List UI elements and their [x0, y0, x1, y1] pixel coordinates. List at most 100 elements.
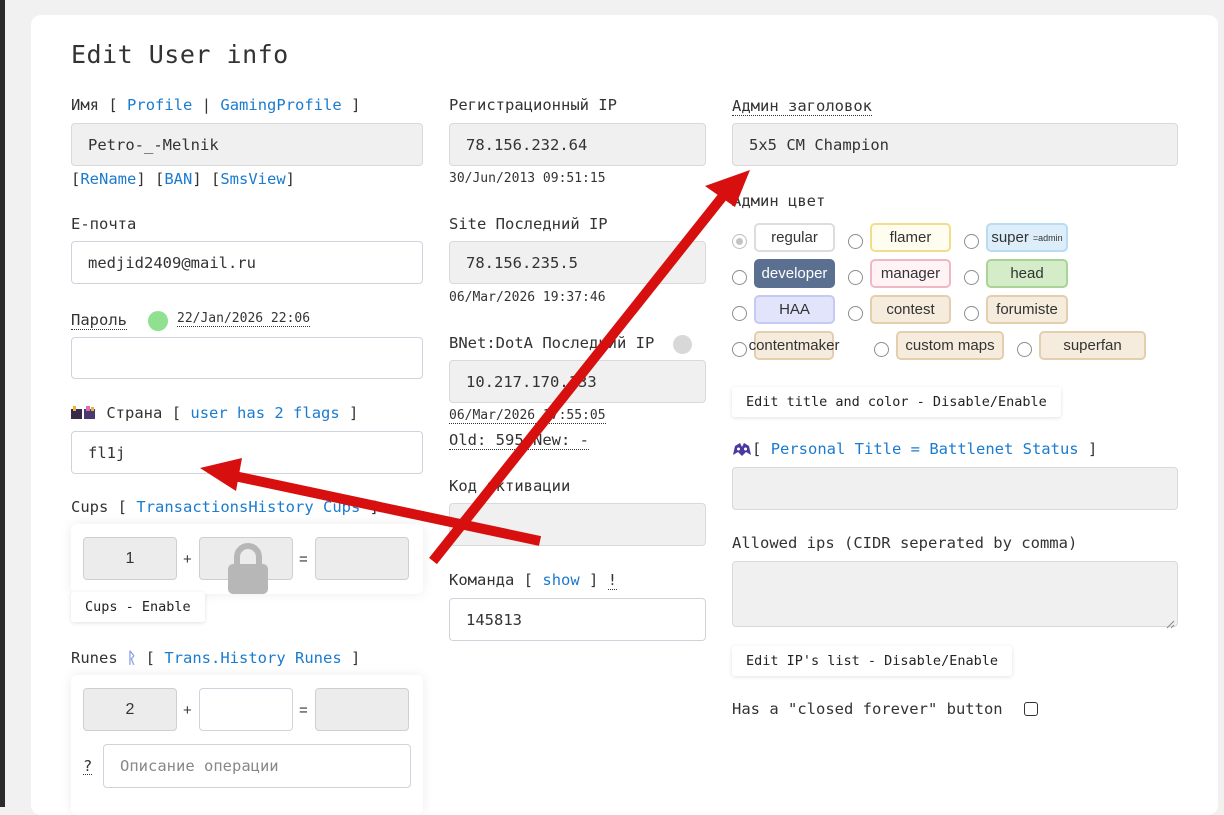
admin-color-tag-contest[interactable]: contest	[870, 295, 951, 324]
activation-field	[449, 503, 706, 546]
closed-forever-label: Has a "closed forever" button	[732, 700, 1003, 718]
admin-color-tag-regular[interactable]: regular	[754, 223, 835, 252]
admin-color-tag-label: super	[991, 229, 1029, 246]
admin-color-tag-superfan[interactable]: superfan	[1039, 331, 1146, 360]
ban-link[interactable]: BAN	[164, 170, 192, 188]
team-label: Команда	[449, 571, 515, 589]
admin-color-radio-superfan[interactable]	[1017, 342, 1032, 357]
bnet-ip-date: 06/Mar/2026 17:55:05	[449, 408, 606, 424]
smsview-link[interactable]: SmsView	[220, 170, 285, 188]
personal-title-link[interactable]: Personal Title = Battlenet Status	[771, 440, 1079, 458]
bnet-ip-label: BNet:DotA Последний IP	[449, 334, 655, 352]
admin-color-tag-label: developer	[761, 265, 828, 282]
site-ip-date: 06/Mar/2026 19:37:46	[449, 290, 606, 305]
team-label-row: Команда [ show ] !	[449, 571, 618, 590]
admin-color-radio-developer[interactable]	[732, 270, 747, 285]
allowed-ips-textarea[interactable]	[732, 561, 1178, 627]
bnet-status-dot	[673, 335, 692, 354]
admin-color-tag-label: manager	[880, 265, 941, 282]
country-field[interactable]: fl1j	[71, 431, 423, 474]
site-ip-field: 78.156.235.5	[449, 241, 706, 284]
admin-color-tag-label: head	[1010, 265, 1044, 282]
runes-label: Runes	[71, 649, 118, 667]
profile-link[interactable]: Profile	[127, 96, 192, 114]
admin-color-tag-forumiste[interactable]: forumiste	[986, 295, 1068, 324]
admin-color-tag-custom-maps[interactable]: custom maps	[896, 331, 1004, 360]
reg-ip-field: 78.156.232.64	[449, 123, 706, 166]
name-label: Имя	[71, 96, 99, 114]
team-warning: !	[607, 571, 618, 590]
email-label: E-почта	[71, 215, 137, 233]
admin-title-label: Админ заголовок	[732, 97, 872, 116]
lock-icon	[226, 541, 270, 599]
runes-result	[315, 688, 409, 731]
admin-color-tag-head[interactable]: head	[986, 259, 1068, 288]
site-ip-label: Site Последний IP	[449, 215, 608, 233]
runes-description-input[interactable]: Описание операции	[103, 744, 411, 788]
gaming-profile-link[interactable]: GamingProfile	[220, 96, 341, 114]
admin-color-tag-label: forumiste	[996, 301, 1058, 318]
country-flags-icon	[71, 406, 97, 424]
country-label: Страна	[106, 404, 163, 422]
admin-color-radio-super[interactable]	[964, 234, 979, 249]
window-edge	[0, 0, 5, 807]
cups-enable-button[interactable]: Cups - Enable	[71, 592, 205, 622]
password-field[interactable]	[71, 337, 423, 379]
admin-color-tag-label: superfan	[1063, 337, 1122, 354]
password-label: Пароль	[71, 311, 127, 330]
runes-history-link[interactable]: Trans.History Runes	[164, 649, 341, 667]
team-show-link[interactable]: show	[542, 571, 579, 589]
email-field[interactable]: medjid2409@mail.ru	[71, 241, 423, 284]
admin-color-tag-sublabel: =admin	[1032, 232, 1063, 243]
cups-history-link[interactable]: TransactionsHistory Cups	[136, 498, 360, 516]
admin-color-radio-regular[interactable]	[732, 234, 747, 249]
personal-title-field[interactable]	[732, 467, 1178, 510]
admin-color-radio-manager[interactable]	[848, 270, 863, 285]
admin-color-tag-label: regular	[771, 229, 818, 246]
reg-ip-label: Регистрационный IP	[449, 96, 617, 114]
password-label-row: Пароль	[71, 311, 127, 330]
edit-title-color-toggle[interactable]: Edit title and color - Disable/Enable	[732, 387, 1061, 417]
admin-color-tag-super[interactable]: super =admin	[986, 223, 1068, 252]
cups-current: 1	[83, 537, 177, 580]
admin-color-radio-forumiste[interactable]	[964, 306, 979, 321]
password-timestamp: 22/Jan/2026 22:06	[177, 311, 311, 327]
runes-add-input[interactable]	[199, 688, 293, 731]
personal-title-row: [ Personal Title = Battlenet Status ]	[732, 440, 1097, 461]
admin-color-radio-contest[interactable]	[848, 306, 863, 321]
username-field[interactable]: Petro-_-Melnik	[71, 123, 423, 166]
admin-color-tag-label: HAA	[779, 301, 810, 318]
allowed-ips-label: Allowed ips (CIDR seperated by comma)	[732, 534, 1078, 552]
activation-label: Код активации	[449, 477, 571, 495]
admin-color-tag-manager[interactable]: manager	[870, 259, 951, 288]
resize-handle-icon[interactable]	[1165, 614, 1175, 633]
admin-color-tag-label: contest	[886, 301, 935, 318]
reg-ip-date: 30/Jun/2013 09:51:15	[449, 171, 606, 186]
admin-color-radio-HAA[interactable]	[732, 306, 747, 321]
password-status-dot	[148, 311, 168, 331]
admin-color-tag-flamer[interactable]: flamer	[870, 223, 951, 252]
name-label-row: Имя [ Profile | GamingProfile ]	[71, 96, 361, 114]
rename-link[interactable]: ReName	[80, 170, 136, 188]
closed-forever-checkbox[interactable]	[1024, 702, 1038, 716]
admin-color-label: Админ цвет	[732, 192, 826, 210]
admin-color-radio-flamer[interactable]	[848, 234, 863, 249]
admin-color-tag-developer[interactable]: developer	[754, 259, 835, 288]
country-label-row: Страна [ user has 2 flags ]	[71, 404, 358, 424]
runes-help-mark[interactable]: ?	[83, 758, 93, 775]
edit-ips-toggle[interactable]: Edit IP's list - Disable/Enable	[732, 646, 1012, 676]
admin-color-tag-HAA[interactable]: HAA	[754, 295, 835, 324]
rune-icon: ᚱ	[127, 649, 137, 667]
admin-title-field[interactable]: 5x5 CM Champion	[732, 123, 1178, 166]
admin-color-radio-contentmaker[interactable]	[732, 342, 747, 357]
user-flags-link[interactable]: user has 2 flags	[190, 404, 339, 422]
cups-label-row: Cups [ TransactionsHistory Cups ]	[71, 498, 380, 516]
bnet-ip-field: 10.217.170.133	[449, 360, 706, 403]
runes-label-row: Runes ᚱ [ Trans.History Runes ]	[71, 649, 361, 667]
cups-result	[315, 537, 409, 580]
admin-color-radio-head[interactable]	[964, 270, 979, 285]
admin-color-tag-label: contentmaker	[748, 337, 840, 354]
admin-color-radio-custom-maps[interactable]	[874, 342, 889, 357]
admin-color-tag-contentmaker[interactable]: contentmaker	[749, 331, 839, 360]
team-field[interactable]: 145813	[449, 598, 706, 641]
